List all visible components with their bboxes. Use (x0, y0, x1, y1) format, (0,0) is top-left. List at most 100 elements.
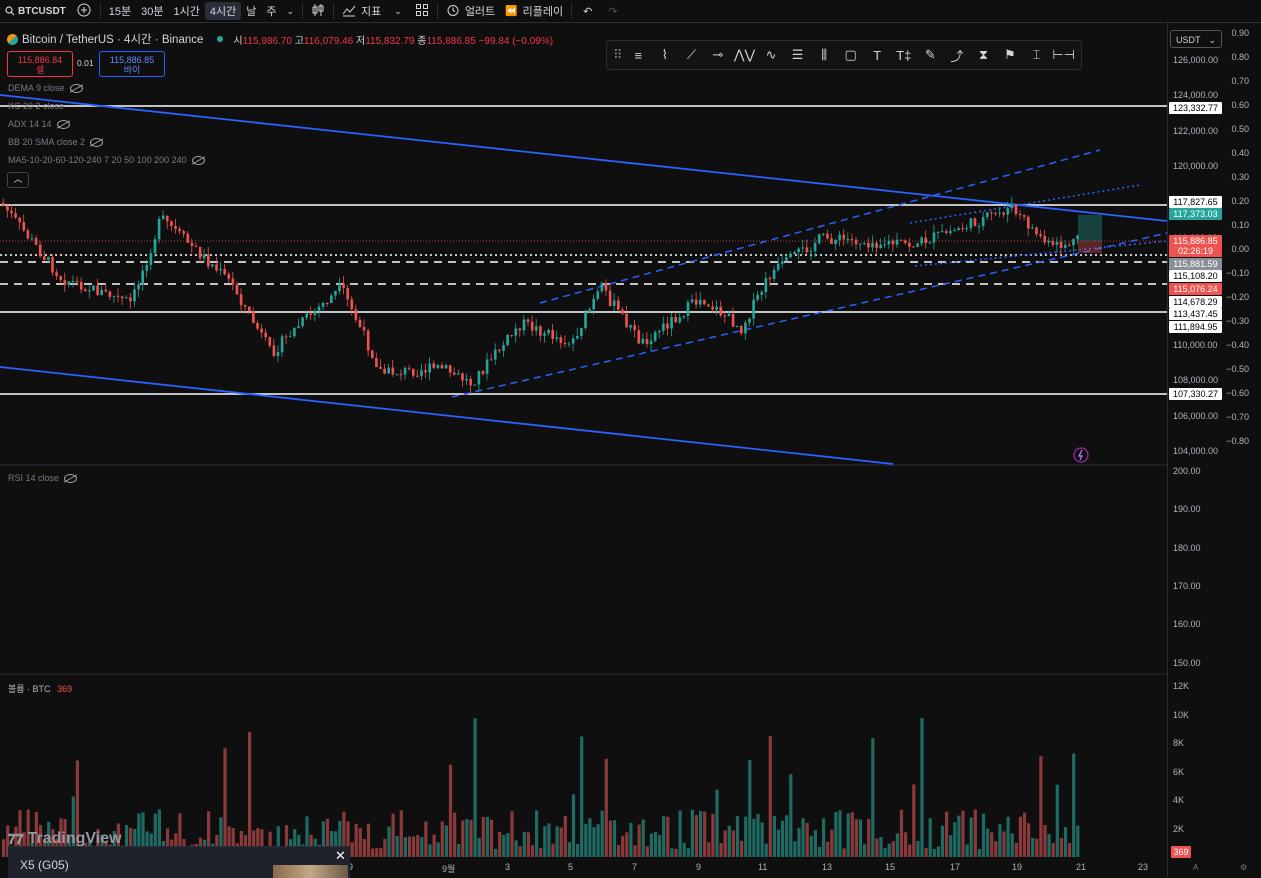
channel-upper[interactable] (539, 149, 1101, 304)
volume-tick-label: 4K (1173, 795, 1185, 805)
indicator-adx[interactable]: ADX 14 14 (8, 119, 70, 129)
price-tag[interactable]: 107,330.27 (1169, 388, 1222, 400)
text-tool-icon[interactable]: T (866, 43, 888, 67)
eye-hidden-icon[interactable] (69, 83, 83, 93)
candle-body (576, 335, 579, 339)
trendline-tool-icon[interactable]: ⟋ (681, 43, 703, 67)
interval-30m[interactable]: 30분 (136, 0, 168, 22)
long-position-target[interactable] (1078, 215, 1102, 241)
candle-body (280, 336, 284, 353)
date-range-tool-icon[interactable]: ⊢⊣ (1052, 43, 1075, 67)
path-tool-icon[interactable]: ⤴ (946, 43, 968, 67)
price-tag[interactable]: 115,881.59 (1169, 258, 1222, 270)
interval-4h[interactable]: 4시간 (204, 2, 242, 20)
long-position-stop[interactable] (1078, 241, 1102, 253)
interval-dropdown[interactable]: ⌄ (281, 0, 299, 22)
wave-tool-icon[interactable]: ∿ (760, 43, 782, 67)
candle-body (793, 251, 796, 254)
collapse-legend-button[interactable]: ︿ (7, 172, 29, 188)
rsi-pane-label[interactable]: RSI 14 close (8, 473, 78, 483)
price-tag[interactable]: 115,108.20 (1169, 270, 1222, 282)
interval-day[interactable]: 날 (241, 0, 261, 22)
ad-thumbnail[interactable] (273, 865, 348, 878)
trendline-lower[interactable] (0, 366, 894, 465)
volume-bar (1031, 837, 1035, 857)
horizontal-ray-tool-icon[interactable]: ⊸ (707, 43, 729, 67)
indicator-dema[interactable]: DEMA 9 close (8, 83, 83, 93)
candle-body (79, 281, 83, 290)
position-tool-icon[interactable]: ⧗ (973, 43, 995, 67)
candle-body (309, 313, 313, 315)
interval-15m[interactable]: 15분 (104, 0, 136, 22)
volume-bar (358, 828, 362, 857)
candle-body (822, 233, 825, 235)
replay-button[interactable]: ⏪ 리플레이 (500, 0, 568, 22)
candle-body (22, 222, 26, 231)
price-range-tool-icon[interactable]: ⌶ (1026, 43, 1048, 67)
redo-button[interactable]: ↷ (600, 0, 625, 22)
settings-button[interactable]: ⚙ (1240, 863, 1247, 872)
undo-button[interactable]: ↶ (575, 0, 600, 22)
candle-body (555, 337, 559, 339)
indicators-button[interactable]: 지표 (337, 0, 386, 22)
candle-body (194, 245, 198, 247)
close-icon[interactable]: ✕ (335, 848, 346, 864)
curve-tool-icon[interactable]: ⌇ (654, 43, 676, 67)
drag-handle-icon[interactable]: ⠿ (613, 43, 623, 67)
candle-body (30, 238, 34, 240)
eye-hidden-icon[interactable] (56, 119, 70, 129)
pattern-tool-icon[interactable]: ⋀⋁ (734, 43, 756, 67)
indicator-kc[interactable]: KC 20 2 close (8, 101, 64, 111)
fib-tool-icon[interactable]: ☰ (787, 43, 809, 67)
symbol-search[interactable]: BTCUSDT (0, 0, 71, 22)
volume-bar (932, 848, 936, 857)
buy-button[interactable]: 115,886.85 바이 (99, 51, 165, 77)
auto-scale-button[interactable]: A (1193, 863, 1198, 872)
price-tag[interactable]: 123,332.77 (1169, 102, 1222, 114)
price-tag[interactable]: 117,827.65 (1169, 196, 1222, 208)
price-tag[interactable]: 117,373.03 (1169, 208, 1222, 220)
channel-dotted-upper[interactable] (909, 184, 1141, 224)
candle-body (10, 210, 13, 214)
channel-lower[interactable] (451, 232, 1167, 398)
text-note-tool-icon[interactable]: T‡ (893, 43, 915, 67)
price-tag[interactable]: 115,076.24 (1169, 283, 1222, 295)
indicator-ma[interactable]: MA5-10-20-60-120-240 7 20 50 100 200 240 (8, 155, 205, 165)
symbol-title[interactable]: Bitcoin / TetherUS · 4시간 · Binance (22, 31, 203, 47)
price-tag[interactable]: 111,894.95 (1169, 321, 1222, 333)
price-tag[interactable]: 114,678.29 (1169, 296, 1222, 308)
chart-type-button[interactable] (306, 0, 330, 22)
layouts-button[interactable] (410, 0, 434, 22)
sell-button[interactable]: 115,886.84 셀 (7, 51, 73, 77)
chevron-down-icon: ⌄ (1208, 35, 1216, 45)
rectangle-tool-icon[interactable]: ▢ (840, 43, 862, 67)
indicators-dropdown[interactable]: ⌄ (386, 0, 410, 22)
lightning-icon[interactable] (1073, 447, 1089, 463)
flag-tool-icon[interactable]: ⚑ (999, 43, 1021, 67)
eye-hidden-icon[interactable] (64, 473, 78, 483)
channel-tool-icon[interactable]: ⫼ (813, 43, 835, 67)
volume-pane-label[interactable]: 볼륨 · BTC 369 (8, 682, 72, 695)
compare-button[interactable] (71, 0, 97, 22)
eye-hidden-icon[interactable] (90, 137, 104, 147)
eye-hidden-icon[interactable] (191, 155, 205, 165)
currency-select[interactable]: USDT ⌄ (1170, 30, 1222, 48)
candle-body (235, 284, 239, 295)
volume-bar (735, 816, 740, 857)
horizontal-lines-tool-icon[interactable]: ≡ (628, 43, 650, 67)
price-tag[interactable]: 113,437.45 (1169, 308, 1222, 320)
undo-icon: ↶ (583, 5, 593, 18)
alert-button[interactable]: 얼러트 (441, 0, 500, 22)
volume-bar (797, 827, 801, 857)
chart-canvas[interactable] (0, 23, 1167, 877)
interval-1h[interactable]: 1시간 (169, 0, 205, 22)
symbol-label: BTCUSDT (18, 5, 66, 17)
brush-tool-icon[interactable]: ✎ (920, 43, 942, 67)
volume-bar (830, 829, 834, 857)
price-tag[interactable]: 02:26:19 (1169, 245, 1222, 257)
indicator-bb[interactable]: BB 20 SMA close 2 (8, 137, 104, 147)
candle-body (84, 289, 87, 292)
interval-week[interactable]: 주 (261, 0, 281, 22)
ad-panel[interactable]: X5 (G05) ✕ (8, 846, 350, 878)
candle-body (170, 221, 173, 227)
